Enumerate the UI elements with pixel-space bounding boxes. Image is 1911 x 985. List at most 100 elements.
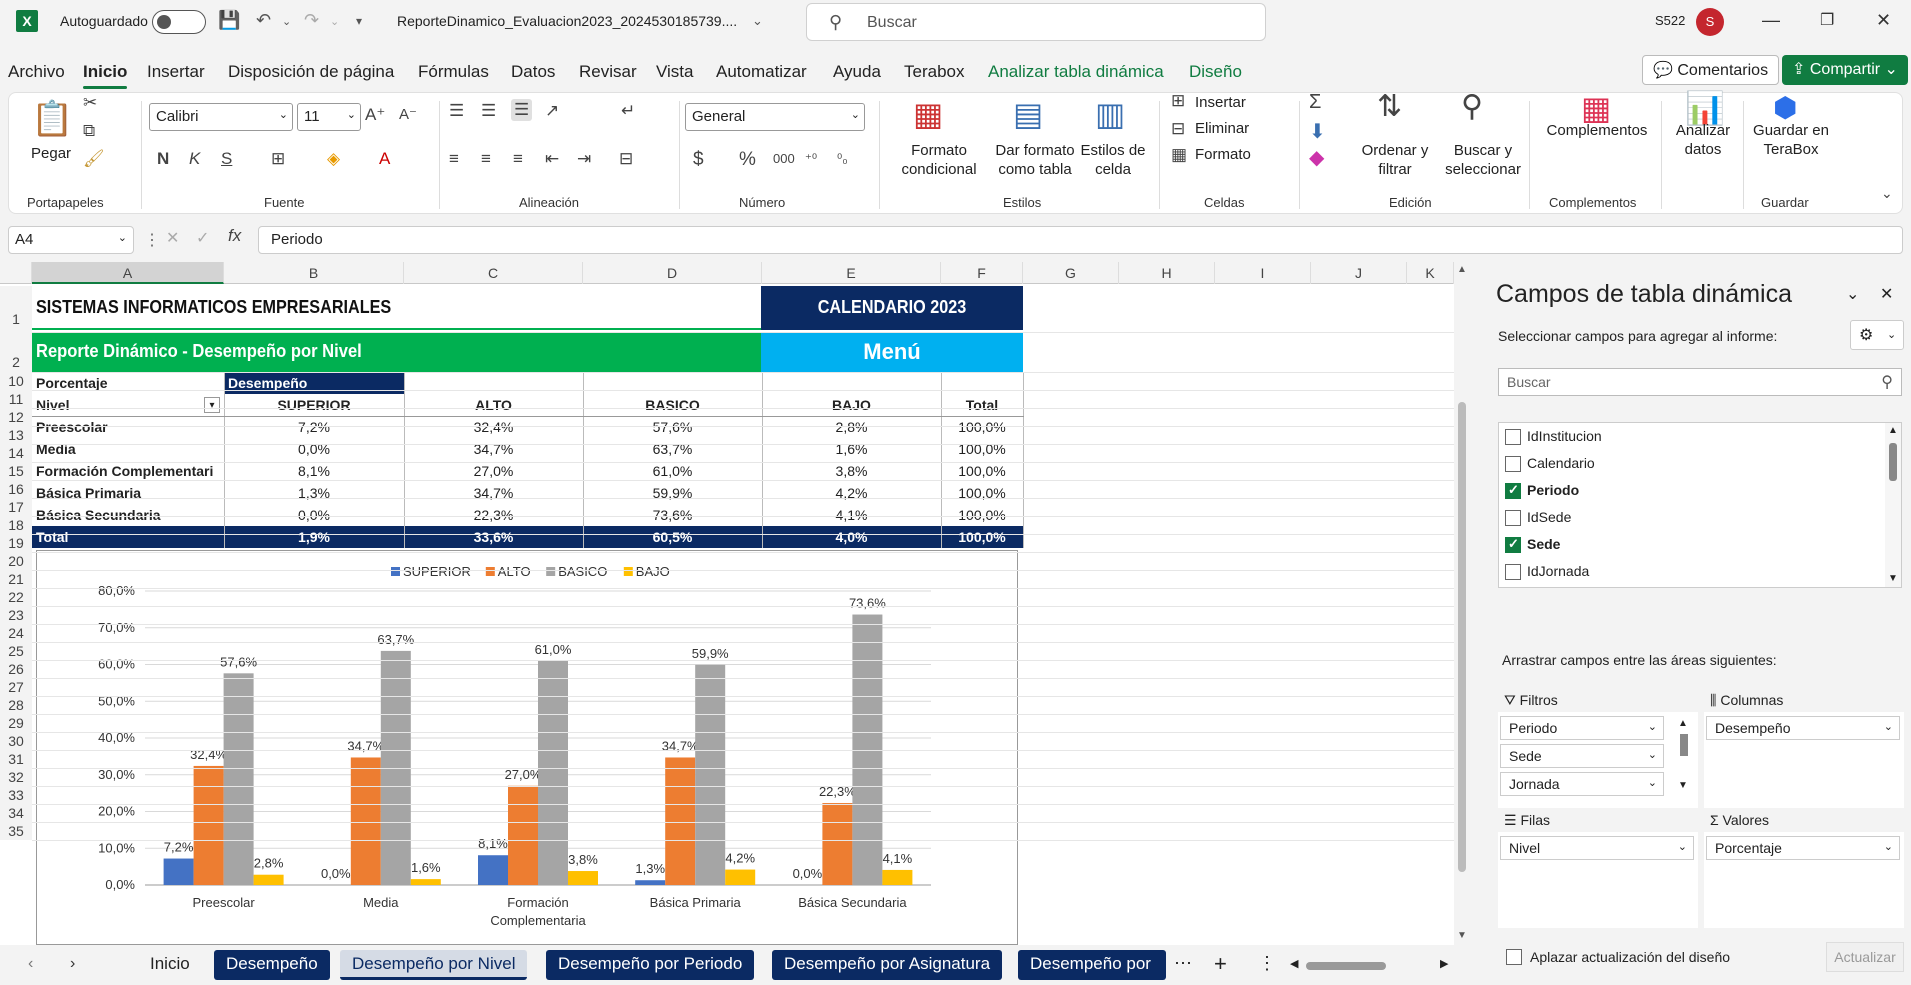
pivot-value-cell[interactable]: 100,0% <box>941 460 1023 482</box>
pivot-column-header[interactable]: Total <box>941 394 1023 416</box>
hscroll-right-icon[interactable]: ▶ <box>1440 957 1448 970</box>
pivot-total-cell[interactable]: 100,0% <box>941 526 1023 548</box>
bar-basico[interactable] <box>538 660 568 885</box>
formula-input[interactable]: Periodo <box>258 226 1903 254</box>
pivot-value-cell[interactable]: 0,0% <box>224 438 404 460</box>
bar-bajo[interactable] <box>882 869 913 885</box>
sheet-tab-desempeno[interactable]: Desempeño <box>214 950 330 980</box>
format-cells-icon[interactable]: ▦ <box>1171 145 1187 165</box>
pivot-value-cell[interactable]: 100,0% <box>941 438 1023 460</box>
pivot-value-cell[interactable]: 4,2% <box>762 482 941 504</box>
find-select-icon[interactable]: ⚲ <box>1461 89 1483 124</box>
sheet-options-icon[interactable]: ⋮ <box>1258 953 1276 974</box>
grow-font-icon[interactable]: A⁺ <box>365 105 385 125</box>
paste-icon[interactable]: 📋 <box>31 99 73 139</box>
bar-alto[interactable] <box>508 785 538 885</box>
panel-options-chevron-icon[interactable]: ⌄ <box>1846 284 1859 304</box>
fill-color-icon[interactable]: ◈ <box>327 149 340 169</box>
insert-cells-icon[interactable]: ⊞ <box>1171 91 1185 111</box>
pivot-value-cell[interactable]: 3,8% <box>762 460 941 482</box>
pivot-value-cell[interactable]: 8,1% <box>224 460 404 482</box>
font-color-icon[interactable]: A <box>379 149 390 169</box>
field-label[interactable]: IdJornada <box>1527 563 1589 579</box>
row-header[interactable]: 1 <box>0 286 32 332</box>
pivot-value-cell[interactable]: 7,2% <box>224 416 404 438</box>
defer-update-checkbox[interactable] <box>1506 949 1522 965</box>
pivot-value-cell[interactable]: 63,7% <box>583 438 762 460</box>
pivot-column-header[interactable]: ALTO <box>404 394 583 416</box>
pivot-value-cell[interactable]: 57,6% <box>583 416 762 438</box>
pivot-column-header[interactable]: BASICO <box>583 394 762 416</box>
pivot-value-cell[interactable]: 2,8% <box>762 416 941 438</box>
column-header[interactable]: A <box>32 262 224 284</box>
scroll-down-icon[interactable]: ▼ <box>1678 780 1688 791</box>
rows-area[interactable]: Nivel ⌄ <box>1498 832 1698 928</box>
pivot-value-cell[interactable]: 100,0% <box>941 416 1023 438</box>
name-box[interactable]: A4 ⌄ <box>8 226 134 254</box>
align-bottom-icon[interactable]: ☰ <box>511 99 533 121</box>
enter-icon[interactable]: ✓ <box>196 228 209 248</box>
hscroll-left-icon[interactable]: ◀ <box>1290 957 1298 970</box>
cell-styles-label[interactable]: Estilos de celda <box>1077 141 1149 179</box>
copy-icon[interactable]: ⧉ <box>83 121 95 141</box>
prev-sheet-icon[interactable]: ‹ <box>28 955 33 973</box>
file-name[interactable]: ReporteDinamico_Evaluacion2023_202453018… <box>397 13 737 29</box>
delete-cells-icon[interactable]: ⊟ <box>1171 119 1185 139</box>
sheet-tab-desempeno-asignatura[interactable]: Desempeño por Asignatura <box>772 950 1003 980</box>
tab-insertar[interactable]: Insertar <box>147 62 205 82</box>
row-header[interactable]: 22 <box>0 588 32 606</box>
panel-close-icon[interactable]: ✕ <box>1880 284 1893 304</box>
tab-disposicion[interactable]: Disposición de página <box>228 62 394 82</box>
field-checkbox[interactable] <box>1505 564 1521 580</box>
column-header[interactable]: K <box>1407 262 1454 284</box>
select-all-corner[interactable] <box>0 262 32 284</box>
column-header[interactable]: H <box>1119 262 1215 284</box>
tab-inicio[interactable]: Inicio <box>83 62 128 89</box>
font-name-select[interactable]: Calibri ⌄ <box>149 103 293 131</box>
avatar[interactable]: S <box>1696 8 1724 36</box>
autosum-icon[interactable]: Σ <box>1309 91 1321 114</box>
bar-basico[interactable] <box>695 664 726 885</box>
row-header[interactable]: 34 <box>0 804 32 822</box>
merge-center-icon[interactable]: ⊟ <box>619 149 633 169</box>
pivot-total-cell[interactable]: 60,5% <box>583 526 762 548</box>
minimize-icon[interactable]: — <box>1762 10 1780 31</box>
row-header[interactable]: 28 <box>0 696 32 714</box>
next-sheet-icon[interactable]: › <box>70 955 75 973</box>
align-center-icon[interactable]: ≡ <box>481 149 491 169</box>
conditional-format-label[interactable]: Formato condicional <box>893 141 985 179</box>
row-header[interactable]: 2 <box>0 332 32 372</box>
field-label[interactable]: IdSede <box>1527 509 1571 525</box>
bold-icon[interactable]: N <box>157 149 169 169</box>
pivot-value-cell[interactable]: 4,1% <box>762 504 941 526</box>
close-icon[interactable]: ✕ <box>1876 10 1891 31</box>
row-header[interactable]: 26 <box>0 660 32 678</box>
hscroll-thumb[interactable] <box>1306 962 1386 970</box>
restore-icon[interactable]: ❐ <box>1820 10 1834 30</box>
bar-bajo[interactable] <box>253 874 284 885</box>
filename-chevron-icon[interactable]: ⌄ <box>752 13 763 29</box>
field-checkbox[interactable] <box>1505 536 1521 553</box>
insert-cells-label[interactable]: Insertar <box>1195 93 1246 112</box>
column-header[interactable]: F <box>941 262 1023 284</box>
format-cells-label[interactable]: Formato <box>1195 145 1251 164</box>
row-header[interactable]: 23 <box>0 606 32 624</box>
thousands-icon[interactable]: 000 <box>773 151 795 166</box>
row-header[interactable]: 29 <box>0 714 32 732</box>
orientation-icon[interactable]: ↗ <box>545 101 559 121</box>
pivot-value-cell[interactable]: 22,3% <box>404 504 583 526</box>
sheet-tab-desempeno-more[interactable]: Desempeño por <box>1018 950 1166 980</box>
field-checkbox[interactable] <box>1505 510 1521 526</box>
sort-filter-label[interactable]: Ordenar y filtrar <box>1353 141 1437 179</box>
filters-area[interactable]: Periodo ⌄ Sede ⌄ Jornada ⌄ ▲ ▼ <box>1498 712 1698 808</box>
bar-bajo[interactable] <box>568 871 598 885</box>
column-header[interactable]: G <box>1023 262 1119 284</box>
decrease-indent-icon[interactable]: ⇤ <box>545 149 559 169</box>
tab-formulas[interactable]: Fórmulas <box>418 62 489 82</box>
pivot-total-label[interactable]: Total <box>32 526 224 548</box>
italic-icon[interactable]: K <box>189 149 200 169</box>
sheet-tab-inicio[interactable]: Inicio <box>138 950 202 980</box>
column-header[interactable]: B <box>224 262 404 284</box>
percent-icon[interactable]: % <box>739 149 756 171</box>
clear-icon[interactable]: ◆ <box>1309 145 1324 170</box>
